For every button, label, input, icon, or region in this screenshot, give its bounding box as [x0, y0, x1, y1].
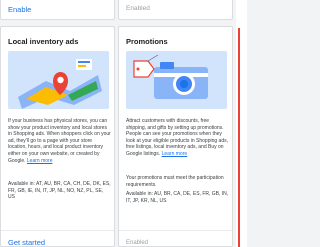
- side-panel: [236, 0, 247, 247]
- promotions-card: Promotions Attract customers with discou…: [118, 26, 233, 247]
- panel-edge-highlight: [238, 28, 240, 247]
- enabled-status: Enabled: [126, 240, 149, 246]
- card-divider: [119, 230, 232, 231]
- camera-icon: [126, 51, 227, 109]
- availability-text: Available in: AU, BR, CA, DE, ES, FR, GB…: [126, 191, 229, 204]
- card-title: Local inventory ads: [8, 37, 79, 46]
- enhanced-feature-card-top-left: Enable: [0, 0, 115, 20]
- requirements-text: Your promotions must meet the participat…: [126, 175, 224, 188]
- enabled-status: Enabled: [126, 5, 150, 12]
- local-inventory-description: If your business has physical stores, yo…: [8, 118, 111, 164]
- availability-text: Available in: AT, AU, BR, CA, CH, DE, DK…: [8, 181, 111, 201]
- map-pin-icon: [8, 51, 109, 109]
- promotions-illustration: [126, 51, 227, 109]
- learn-more-link[interactable]: Learn more: [162, 151, 188, 157]
- card-title: Promotions: [126, 37, 168, 46]
- enable-link[interactable]: Enable: [8, 5, 31, 14]
- map-illustration: [8, 51, 109, 109]
- learn-more-link[interactable]: Learn more: [27, 158, 53, 164]
- local-inventory-ads-card: Local inventory ads If your business has…: [0, 26, 115, 247]
- enhanced-feature-card-top-right: Enabled: [118, 0, 233, 20]
- promotions-description: Attract customers with discounts, free s…: [126, 118, 229, 157]
- card-divider: [1, 230, 114, 231]
- get-started-button[interactable]: Get started: [8, 238, 45, 246]
